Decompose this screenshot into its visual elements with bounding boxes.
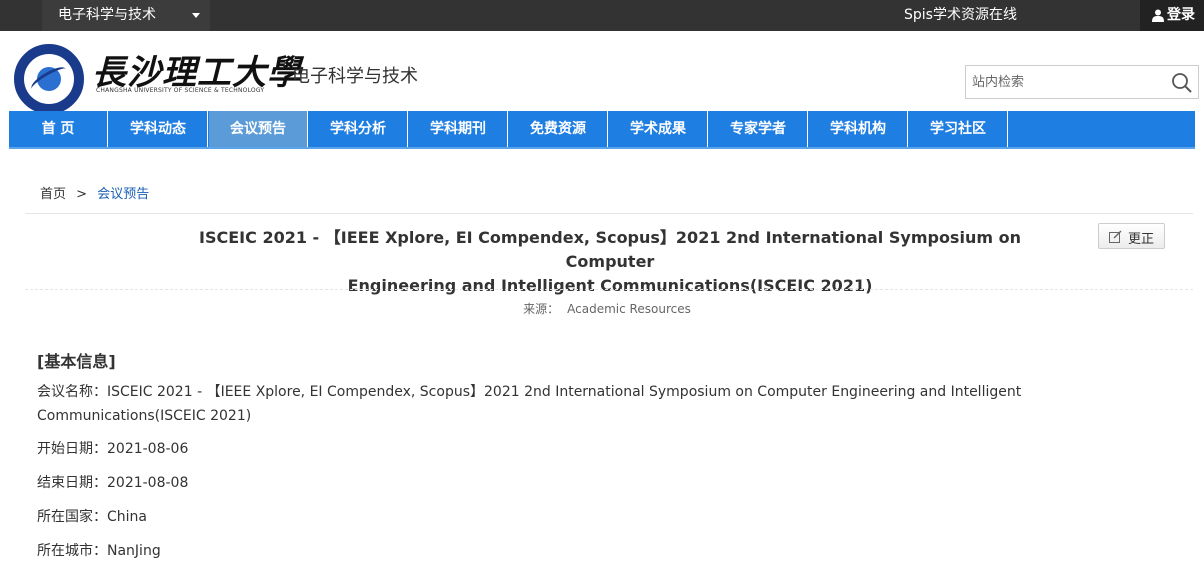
nav-item-experts[interactable]: 专家学者	[709, 111, 808, 147]
nav-item-conference-preview[interactable]: 会议预告	[209, 111, 308, 147]
info-label: 结束日期：	[37, 475, 107, 491]
site-title: 电子科学与技术	[292, 66, 418, 87]
nav-item-discipline-news[interactable]: 学科动态	[109, 111, 208, 147]
university-emblem-logo[interactable]	[14, 44, 84, 114]
info-value: NanJing	[107, 543, 161, 559]
info-label: 开始日期：	[37, 441, 107, 457]
article-title-line-2: Engineering and Intelligent Communicatio…	[347, 276, 873, 295]
nav-item-academic-achievements[interactable]: 学术成果	[609, 111, 708, 147]
edit-icon	[1109, 230, 1122, 243]
breadcrumb-home-link[interactable]: 首页	[40, 187, 66, 202]
breadcrumb-current-link[interactable]: 会议预告	[97, 187, 149, 202]
info-value: China	[107, 509, 147, 525]
source-value: Academic Resources	[567, 302, 691, 316]
info-label: 所在国家：	[37, 509, 107, 525]
info-row-end-date: 结束日期：2021-08-08	[37, 471, 1167, 495]
search-icon[interactable]	[1170, 71, 1194, 95]
article-title-line-1: ISCEIC 2021 - 【IEEE Xplore, EI Compendex…	[199, 228, 1021, 271]
info-value: 2021-08-08	[107, 475, 189, 491]
article-title: ISCEIC 2021 - 【IEEE Xplore, EI Compendex…	[180, 226, 1040, 298]
info-value: ISCEIC 2021 - 【IEEE Xplore, EI Compendex…	[37, 384, 1022, 424]
article-source: 来源： Academic Resources	[0, 300, 1204, 317]
info-value: 2021-08-06	[107, 441, 189, 457]
nav-item-home[interactable]: 首 页	[9, 111, 108, 147]
resource-link[interactable]: Spis学术资源在线	[904, 0, 1017, 31]
nav-item-learning-community[interactable]: 学习社区	[909, 111, 1008, 147]
divider-dashed	[25, 289, 1193, 290]
login-label: 登录	[1167, 7, 1195, 23]
user-icon	[1152, 9, 1164, 22]
source-label: 来源：	[523, 302, 560, 316]
nav-item-journals[interactable]: 学科期刊	[409, 111, 508, 147]
nav-item-free-resources[interactable]: 免费资源	[509, 111, 608, 147]
nav-item-discipline-analysis[interactable]: 学科分析	[309, 111, 408, 147]
correct-button[interactable]: 更正	[1098, 223, 1165, 249]
site-search	[965, 65, 1199, 99]
login-button[interactable]: 登录	[1140, 0, 1204, 31]
emblem-inner	[24, 54, 74, 104]
search-input[interactable]	[966, 66, 1161, 98]
nav-item-institutions[interactable]: 学科机构	[809, 111, 908, 147]
divider	[25, 213, 1193, 214]
site-selector-label: 电子科学与技术	[58, 7, 156, 23]
top-bar: 电子科学与技术 Spis学术资源在线 登录	[0, 0, 1204, 31]
info-row-city: 所在城市：NanJing	[37, 539, 1167, 563]
info-row-start-date: 开始日期：2021-08-06	[37, 437, 1167, 461]
site-header: 長沙理工大學 CHANGSHA UNIVERSITY OF SCIENCE & …	[0, 31, 1204, 114]
main-nav: 首 页 学科动态 会议预告 学科分析 学科期刊 免费资源 学术成果 专家学者 学…	[9, 111, 1195, 149]
breadcrumb: 首页 > 会议预告	[40, 183, 149, 202]
info-label: 会议名称：	[37, 384, 107, 400]
breadcrumb-separator: >	[76, 187, 88, 202]
info-row-country: 所在国家：China	[37, 505, 1167, 529]
basic-info-heading: [基本信息]	[37, 352, 116, 371]
site-selector-dropdown[interactable]: 电子科学与技术	[42, 0, 210, 31]
correct-button-label: 更正	[1128, 232, 1155, 247]
university-english-name: CHANGSHA UNIVERSITY OF SCIENCE & TECHNOL…	[96, 87, 265, 94]
info-label: 所在城市：	[37, 543, 107, 559]
info-row-conference-name: 会议名称：ISCEIC 2021 - 【IEEE Xplore, EI Comp…	[37, 380, 1167, 428]
caret-down-icon	[192, 13, 200, 18]
